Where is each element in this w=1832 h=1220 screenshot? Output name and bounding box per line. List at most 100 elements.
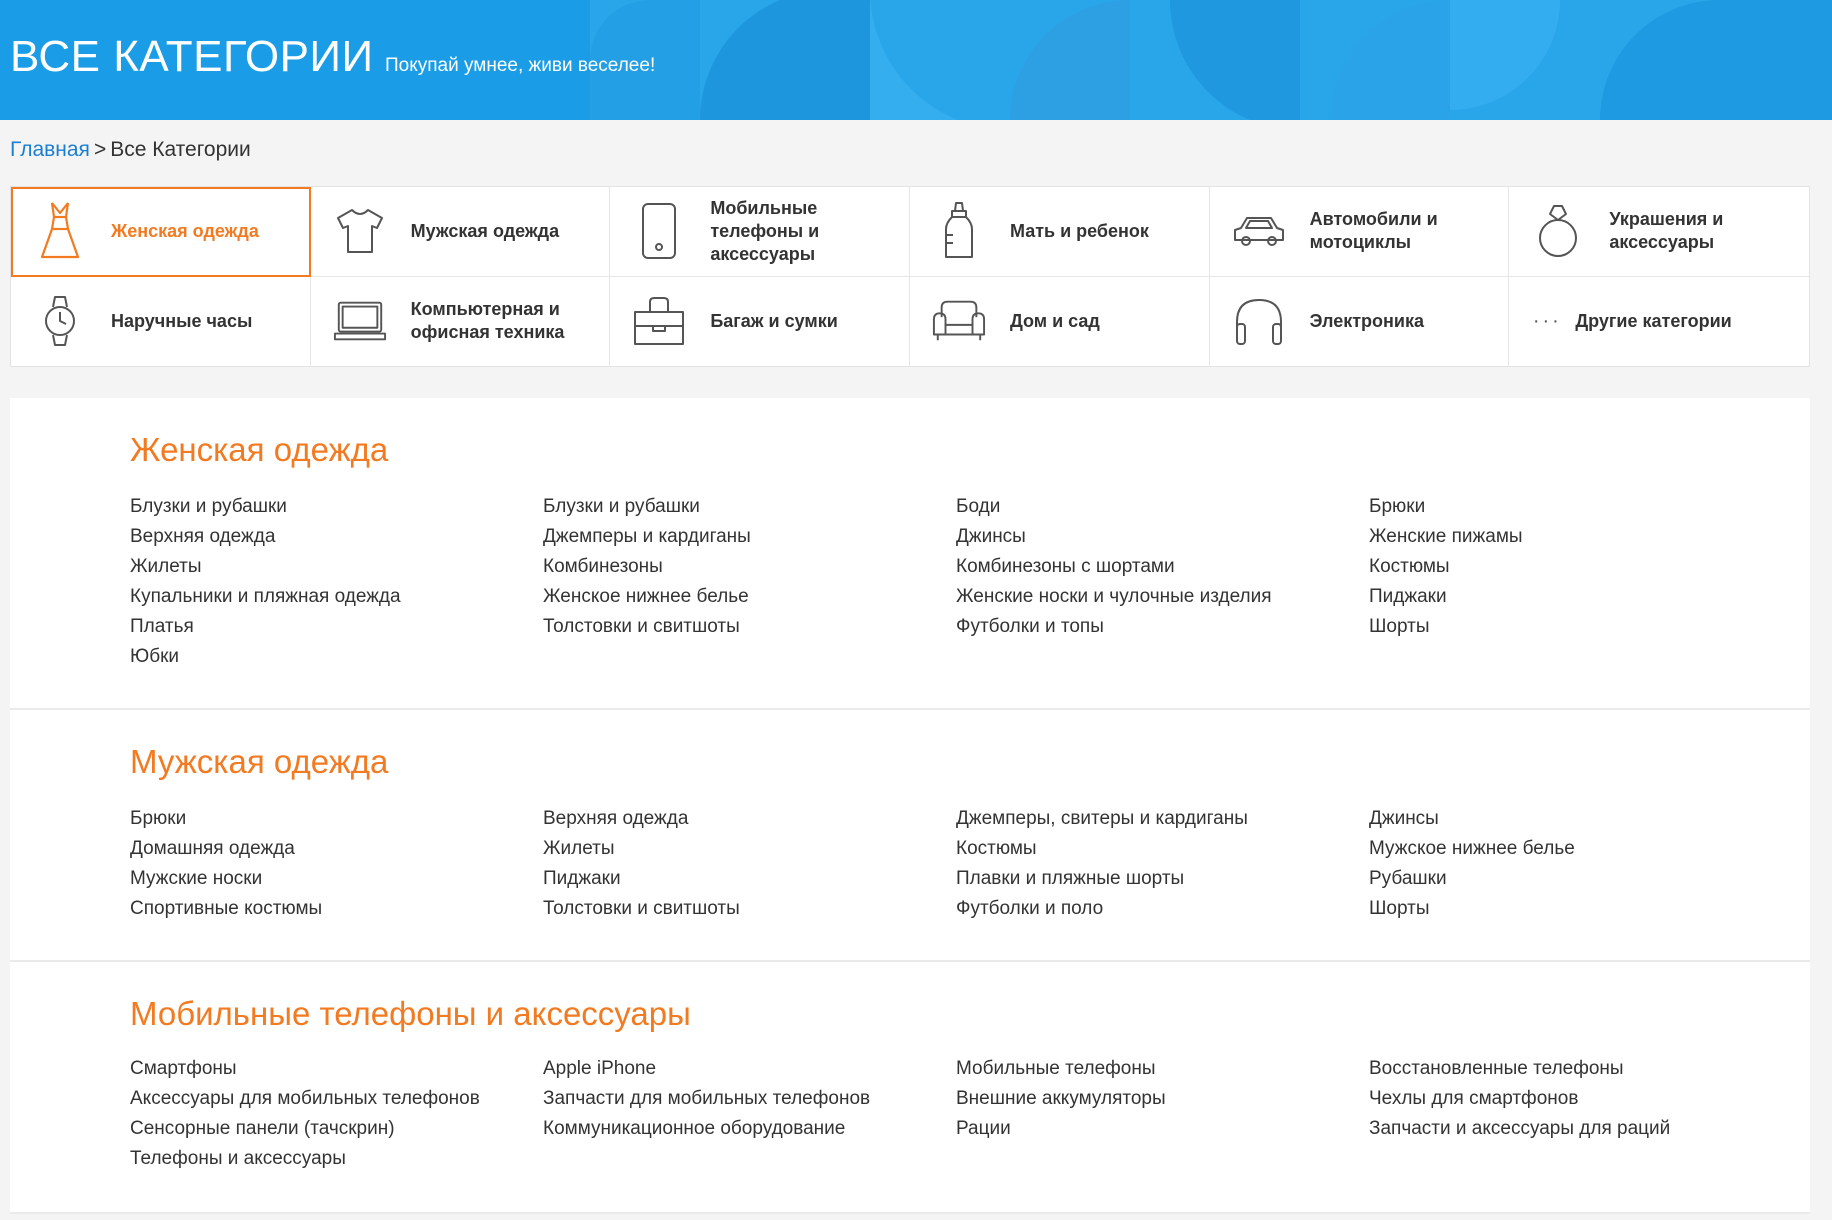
subcategory-link[interactable]: Чехлы для смартфонов xyxy=(1369,1084,1782,1114)
subcategory-link[interactable]: Рации xyxy=(956,1114,1369,1144)
subcategory-link[interactable]: Спортивные костюмы xyxy=(130,894,543,924)
subcategory-link[interactable]: Запчасти для мобильных телефонов xyxy=(543,1084,956,1114)
category-tile-label: Украшения и аксессуары xyxy=(1609,209,1724,253)
subcategory-link[interactable]: Женские пижамы xyxy=(1369,522,1782,552)
laptop-icon xyxy=(333,290,387,352)
subcategory-link[interactable]: Толстовки и свитшоты xyxy=(543,612,956,642)
category-grid: Женская одежда Мужская одежда Мобильные … xyxy=(10,186,1810,367)
bag-icon xyxy=(632,290,686,352)
subcategory-link[interactable]: Восстановленные телефоны xyxy=(1369,1054,1782,1084)
subcategory-link[interactable]: Джемперы, свитеры и кардиганы xyxy=(956,804,1369,834)
subcategory-link[interactable]: Жилеты xyxy=(130,552,543,582)
subcategory-link[interactable]: Брюки xyxy=(130,804,543,834)
category-tile-label: Автомобили и мотоциклы xyxy=(1309,209,1438,253)
subcategory-link[interactable]: Костюмы xyxy=(1369,552,1782,582)
section-mens-clothing: Мужская одежда Брюки Домашняя одежда Муж… xyxy=(10,710,1810,960)
subcategory-link[interactable]: Женские носки и чулочные изделия xyxy=(956,582,1369,612)
subcategory-link[interactable]: Джинсы xyxy=(1369,804,1782,834)
subcategory-column: Верхняя одежда Жилеты Пиджаки Толстовки … xyxy=(543,804,956,924)
subcategory-link[interactable]: Пиджаки xyxy=(543,864,956,894)
category-tile-label: Мужская одежда xyxy=(410,220,560,241)
category-tile-electronics[interactable]: Электроника xyxy=(1210,276,1510,366)
section-title: Мобильные телефоны и аксессуары xyxy=(130,995,691,1032)
category-tile-mens-clothing[interactable]: Мужская одежда xyxy=(310,187,611,277)
subcategory-link[interactable]: Мужские носки xyxy=(130,864,543,894)
subcategory-links: Блузки и рубашки Верхняя одежда Жилеты К… xyxy=(130,492,1782,672)
subcategory-link[interactable]: Джемперы и кардиганы xyxy=(543,522,956,552)
category-tile-computers-office[interactable]: Компьютерная и офисная техника xyxy=(311,276,611,366)
section-womens-clothing: Женская одежда Блузки и рубашки Верхняя … xyxy=(10,398,1810,708)
subcategory-link[interactable]: Костюмы xyxy=(956,834,1369,864)
subcategory-link[interactable]: Мужское нижнее белье xyxy=(1369,834,1782,864)
category-tile-home-garden[interactable]: Дом и сад xyxy=(910,276,1210,366)
subcategory-link[interactable]: Брюки xyxy=(1369,492,1782,522)
subcategory-link[interactable]: Комбинезоны с шортами xyxy=(956,552,1369,582)
breadcrumb-home-link[interactable]: Главная xyxy=(10,138,90,161)
slogan: Покупай умнее, живи веселее! xyxy=(385,55,656,76)
category-tile-mobile-phones[interactable]: Мобильные телефоны и аксессуары xyxy=(610,187,910,277)
subcategory-column: Восстановленные телефоны Чехлы для смарт… xyxy=(1369,1054,1782,1174)
headphones-icon xyxy=(1232,290,1286,352)
breadcrumb-separator: > xyxy=(93,138,107,161)
section-mobile-phones: Мобильные телефоны и аксессуары Смартфон… xyxy=(10,962,1810,1212)
header-banner: ВСЕ КАТЕГОРИИ Покупай умнее, живи веселе… xyxy=(0,0,1832,120)
subcategory-link[interactable]: Боди xyxy=(956,492,1369,522)
subcategory-link[interactable]: Джинсы xyxy=(956,522,1369,552)
subcategory-link[interactable]: Жилеты xyxy=(543,834,956,864)
subcategory-link[interactable]: Футболки и топы xyxy=(956,612,1369,642)
subcategory-link[interactable]: Аксессуары для мобильных телефонов xyxy=(130,1084,543,1114)
category-tile-label: Компьютерная и офисная техника xyxy=(410,299,565,343)
subcategory-link[interactable]: Футболки и поло xyxy=(956,894,1369,924)
category-tile-label: Женская одежда xyxy=(111,220,259,241)
watch-icon xyxy=(33,290,87,352)
more-dots-icon: ··· xyxy=(1532,309,1562,332)
section-divider xyxy=(10,1212,1810,1214)
subcategory-link[interactable]: Комбинезоны xyxy=(543,552,956,582)
subcategory-link[interactable]: Верхняя одежда xyxy=(130,522,543,552)
subcategory-column: Блузки и рубашки Верхняя одежда Жилеты К… xyxy=(130,492,543,672)
subcategory-link[interactable]: Купальники и пляжная одежда xyxy=(130,582,543,612)
subcategory-link[interactable]: Юбки xyxy=(130,642,543,672)
subcategory-link[interactable]: Блузки и рубашки xyxy=(543,492,956,522)
subcategory-link[interactable]: Телефоны и аксессуары xyxy=(130,1144,543,1174)
subcategory-column: Боди Джинсы Комбинезоны с шортами Женски… xyxy=(956,492,1369,672)
subcategory-link[interactable]: Блузки и рубашки xyxy=(130,492,543,522)
category-tile-luggage-bags[interactable]: Багаж и сумки xyxy=(610,276,910,366)
category-tile-cars-motorcycles[interactable]: Автомобили и мотоциклы xyxy=(1209,187,1510,277)
ring-icon xyxy=(1531,200,1585,262)
subcategory-link[interactable]: Коммуникационное оборудование xyxy=(543,1114,956,1144)
subcategory-column: Блузки и рубашки Джемперы и кардиганы Ко… xyxy=(543,492,956,672)
subcategory-link[interactable]: Внешние аккумуляторы xyxy=(956,1084,1369,1114)
page-title: ВСЕ КАТЕГОРИИ xyxy=(10,32,374,81)
subcategory-link[interactable]: Толстовки и свитшоты xyxy=(543,894,956,924)
subcategory-link[interactable]: Сенсорные панели (тачскрин) xyxy=(130,1114,543,1144)
category-tile-mother-and-child[interactable]: Мать и ребенок xyxy=(909,187,1210,277)
subcategory-link[interactable]: Смартфоны xyxy=(130,1054,543,1084)
subcategory-link[interactable]: Платья xyxy=(130,612,543,642)
subcategory-link[interactable]: Пиджаки xyxy=(1369,582,1782,612)
category-tile-label: Дом и сад xyxy=(1009,310,1100,331)
category-tile-watches[interactable]: Наручные часы xyxy=(11,276,311,366)
subcategory-link[interactable]: Шорты xyxy=(1369,612,1782,642)
subcategory-link[interactable]: Женское нижнее белье xyxy=(543,582,956,612)
subcategory-link[interactable]: Рубашки xyxy=(1369,864,1782,894)
baby-bottle-icon xyxy=(932,200,986,262)
subcategory-link[interactable]: Домашняя одежда xyxy=(130,834,543,864)
category-tile-label: Другие категории xyxy=(1575,310,1732,331)
subcategory-link[interactable]: Шорты xyxy=(1369,894,1782,924)
subcategory-link[interactable]: Верхняя одежда xyxy=(543,804,956,834)
category-tile-jewelry[interactable]: Украшения и аксессуары xyxy=(1509,187,1809,277)
phone-icon xyxy=(632,200,686,262)
subcategory-links: Смартфоны Аксессуары для мобильных телеф… xyxy=(130,1054,1782,1174)
breadcrumb-current: Все Категории xyxy=(110,138,251,161)
subcategory-link[interactable]: Запчасти и аксессуары для раций xyxy=(1369,1114,1782,1144)
subcategory-column: Смартфоны Аксессуары для мобильных телеф… xyxy=(130,1054,543,1174)
subcategory-link[interactable]: Мобильные телефоны xyxy=(956,1054,1369,1084)
category-tile-other[interactable]: ··· Другие категории xyxy=(1509,277,1809,367)
category-tile-womens-clothing[interactable]: Женская одежда xyxy=(11,187,311,277)
subcategory-column: Джинсы Мужское нижнее белье Рубашки Шорт… xyxy=(1369,804,1782,924)
subcategory-column: Apple iPhone Запчасти для мобильных теле… xyxy=(543,1054,956,1174)
dress-icon xyxy=(33,200,87,262)
subcategory-link[interactable]: Плавки и пляжные шорты xyxy=(956,864,1369,894)
subcategory-link[interactable]: Apple iPhone xyxy=(543,1054,956,1084)
